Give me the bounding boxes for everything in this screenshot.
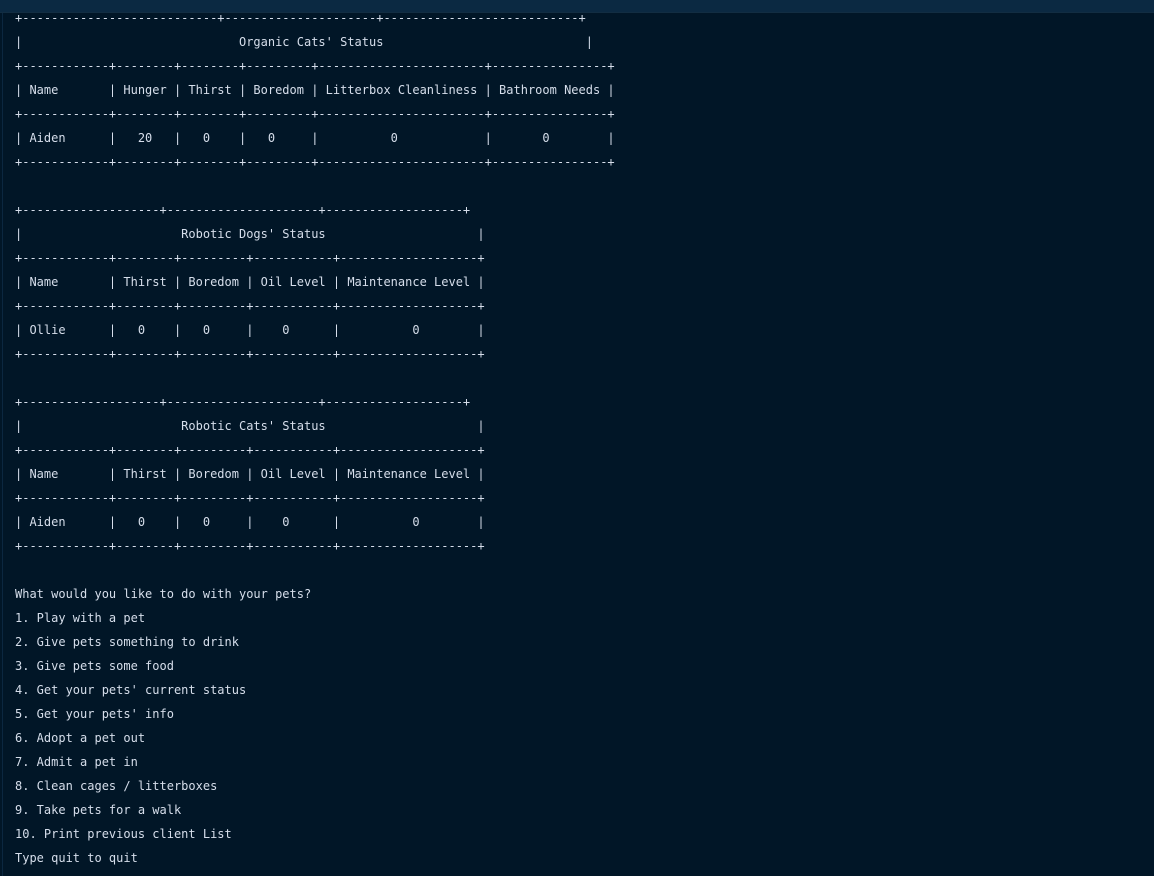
terminal-line: 5. Get your pets' info — [15, 707, 174, 721]
terminal-line: What would you like to do with your pets… — [15, 587, 312, 601]
terminal-line: +------------+--------+---------+-------… — [15, 539, 485, 553]
terminal-line: | Name | Thirst | Boredom | Oil Level | … — [15, 467, 485, 481]
terminal-line: +------------+--------+---------+-------… — [15, 491, 485, 505]
terminal-line: +-------------------+-------------------… — [15, 203, 471, 217]
terminal-line: | Aiden | 0 | 0 | 0 | 0 | — [15, 515, 485, 529]
terminal-line: +------------+--------+--------+--------… — [15, 107, 615, 121]
terminal-line: +------------+--------+--------+--------… — [15, 59, 615, 73]
terminal-line: 9. Take pets for a walk — [15, 803, 182, 817]
terminal-line: 1. Play with a pet — [15, 611, 146, 625]
gutter-divider — [2, 13, 3, 876]
terminal-line: | Robotic Dogs' Status | — [15, 227, 485, 241]
terminal-line: +------------+--------+---------+-------… — [15, 251, 485, 265]
terminal-line: 2. Give pets something to drink — [15, 635, 239, 649]
terminal-line: 8. Clean cages / litterboxes — [15, 779, 218, 793]
terminal-line: 4. Get your pets' current status — [15, 683, 247, 697]
terminal-line: 10. Print previous client List — [15, 827, 232, 841]
terminal-line: Type quit to quit — [15, 851, 138, 865]
terminal-line: 6. Adopt a pet out — [15, 731, 146, 745]
terminal-line: +------------+--------+---------+-------… — [15, 299, 485, 313]
terminal-line: +------------+--------+--------+--------… — [15, 155, 615, 169]
terminal-line: 7. Admit a pet in — [15, 755, 138, 769]
terminal-line: | Name | Thirst | Boredom | Oil Level | … — [15, 275, 485, 289]
terminal-line: +-------------------+-------------------… — [15, 395, 471, 409]
terminal-line: +------------+--------+---------+-------… — [15, 347, 485, 361]
terminal-output: +---------------------------+-----------… — [15, 6, 615, 870]
terminal-line: | Ollie | 0 | 0 | 0 | 0 | — [15, 323, 485, 337]
terminal-line: | Name | Hunger | Thirst | Boredom | Lit… — [15, 83, 615, 97]
terminal-line: +---------------------------+-----------… — [15, 11, 586, 25]
terminal-line: | Aiden | 20 | 0 | 0 | 0 | 0 | — [15, 131, 615, 145]
terminal-window[interactable]: +---------------------------+-----------… — [0, 0, 1154, 876]
terminal-line: 3. Give pets some food — [15, 659, 174, 673]
terminal-line: | Organic Cats' Status | — [15, 35, 593, 49]
terminal-line: +------------+--------+---------+-------… — [15, 443, 485, 457]
terminal-line: | Robotic Cats' Status | — [15, 419, 485, 433]
